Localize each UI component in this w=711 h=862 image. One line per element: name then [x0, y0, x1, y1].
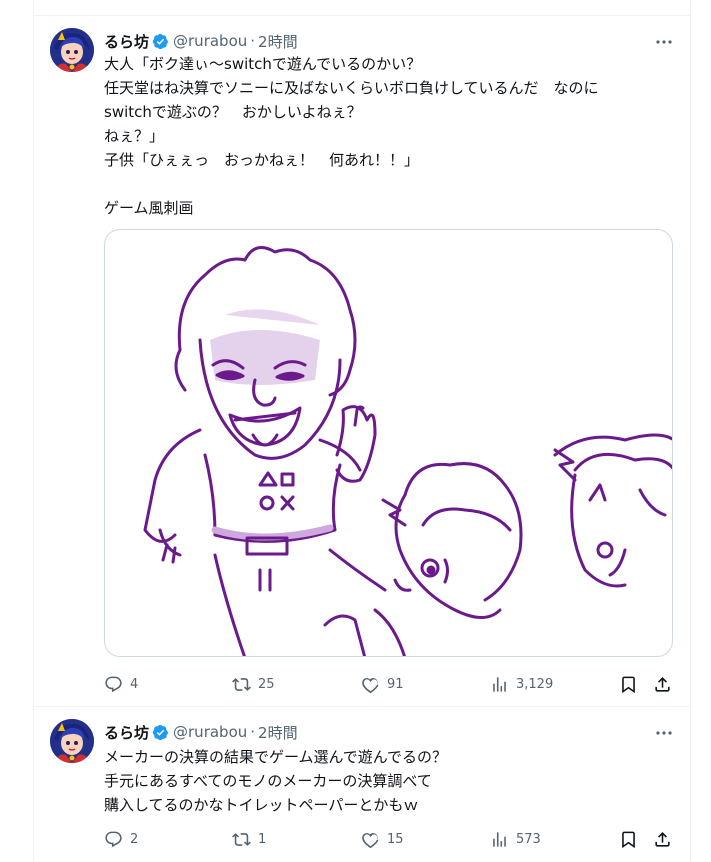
tweet-actions: 2 1 15 573: [104, 827, 676, 851]
bookmark-button[interactable]: [619, 827, 638, 851]
bookmark-icon: [622, 831, 635, 848]
display-name[interactable]: るら坊: [104, 722, 149, 743]
views-button[interactable]: 3,129: [490, 672, 553, 696]
tweet-actions: 4 25 91 3,129: [104, 672, 676, 696]
tweet-header: るら坊 @rurabou · 2時間: [104, 721, 676, 743]
tweet[interactable]: るら坊 @rurabou · 2時間 大人「ボク達ぃ～switchで遊んでいるの…: [34, 15, 690, 705]
avatar[interactable]: [50, 719, 94, 763]
timeline: るら坊 @rurabou · 2時間 大人「ボク達ぃ～switchで遊んでいるの…: [33, 0, 691, 862]
reply-count: 4: [130, 676, 139, 692]
bookmark-icon: [622, 676, 635, 693]
views-button[interactable]: 573: [490, 827, 541, 851]
handle[interactable]: @rurabou: [173, 723, 247, 741]
retweet-count: 1: [258, 831, 267, 847]
like-button[interactable]: 91: [361, 672, 404, 696]
reply-button[interactable]: 4: [104, 672, 138, 696]
retweet-button[interactable]: 25: [232, 672, 275, 696]
verified-badge-icon: [152, 724, 169, 741]
reply-button[interactable]: 2: [104, 827, 138, 851]
separator-dot: ·: [250, 32, 256, 50]
view-count: 3,129: [516, 676, 554, 692]
more-icon[interactable]: [652, 32, 676, 52]
verified-badge-icon: [152, 33, 169, 50]
tweet-image[interactable]: [104, 229, 673, 657]
share-button[interactable]: [653, 672, 672, 696]
more-icon[interactable]: [652, 723, 676, 743]
bookmark-button[interactable]: [619, 672, 638, 696]
tweet[interactable]: るら坊 @rurabou · 2時間 メーカーの決算の結果でゲーム選んで遊んでる…: [34, 706, 690, 862]
timestamp[interactable]: 2時間: [258, 722, 298, 743]
separator-dot: ·: [250, 723, 256, 741]
views-icon: [493, 831, 506, 847]
tweet-header: るら坊 @rurabou · 2時間: [104, 30, 676, 52]
share-button[interactable]: [653, 827, 672, 851]
timestamp[interactable]: 2時間: [258, 31, 298, 52]
reply-icon: [105, 831, 122, 847]
view-count: 573: [516, 831, 541, 847]
tweet-text: メーカーの決算の結果でゲーム選んで遊んでるの？ 手元にあるすべてのモノのメーカー…: [104, 748, 448, 814]
handle[interactable]: @rurabou: [173, 32, 247, 50]
like-icon: [362, 677, 379, 693]
like-count: 91: [387, 676, 404, 692]
display-name[interactable]: るら坊: [104, 31, 149, 52]
share-icon: [655, 676, 670, 692]
share-icon: [655, 831, 670, 847]
retweet-button[interactable]: 1: [232, 827, 266, 851]
retweet-icon: [232, 832, 251, 846]
views-icon: [493, 676, 506, 692]
like-button[interactable]: 15: [361, 827, 404, 851]
reply-icon: [105, 676, 122, 692]
retweet-count: 25: [258, 676, 275, 692]
tweet-text: 大人「ボク達ぃ～switchで遊んでいるのかい？ 任天堂はね決算でソニーに及ばな…: [104, 55, 599, 217]
like-count: 15: [387, 831, 404, 847]
retweet-icon: [232, 677, 251, 691]
like-icon: [362, 832, 379, 848]
reply-count: 2: [130, 831, 139, 847]
avatar[interactable]: [50, 28, 94, 72]
